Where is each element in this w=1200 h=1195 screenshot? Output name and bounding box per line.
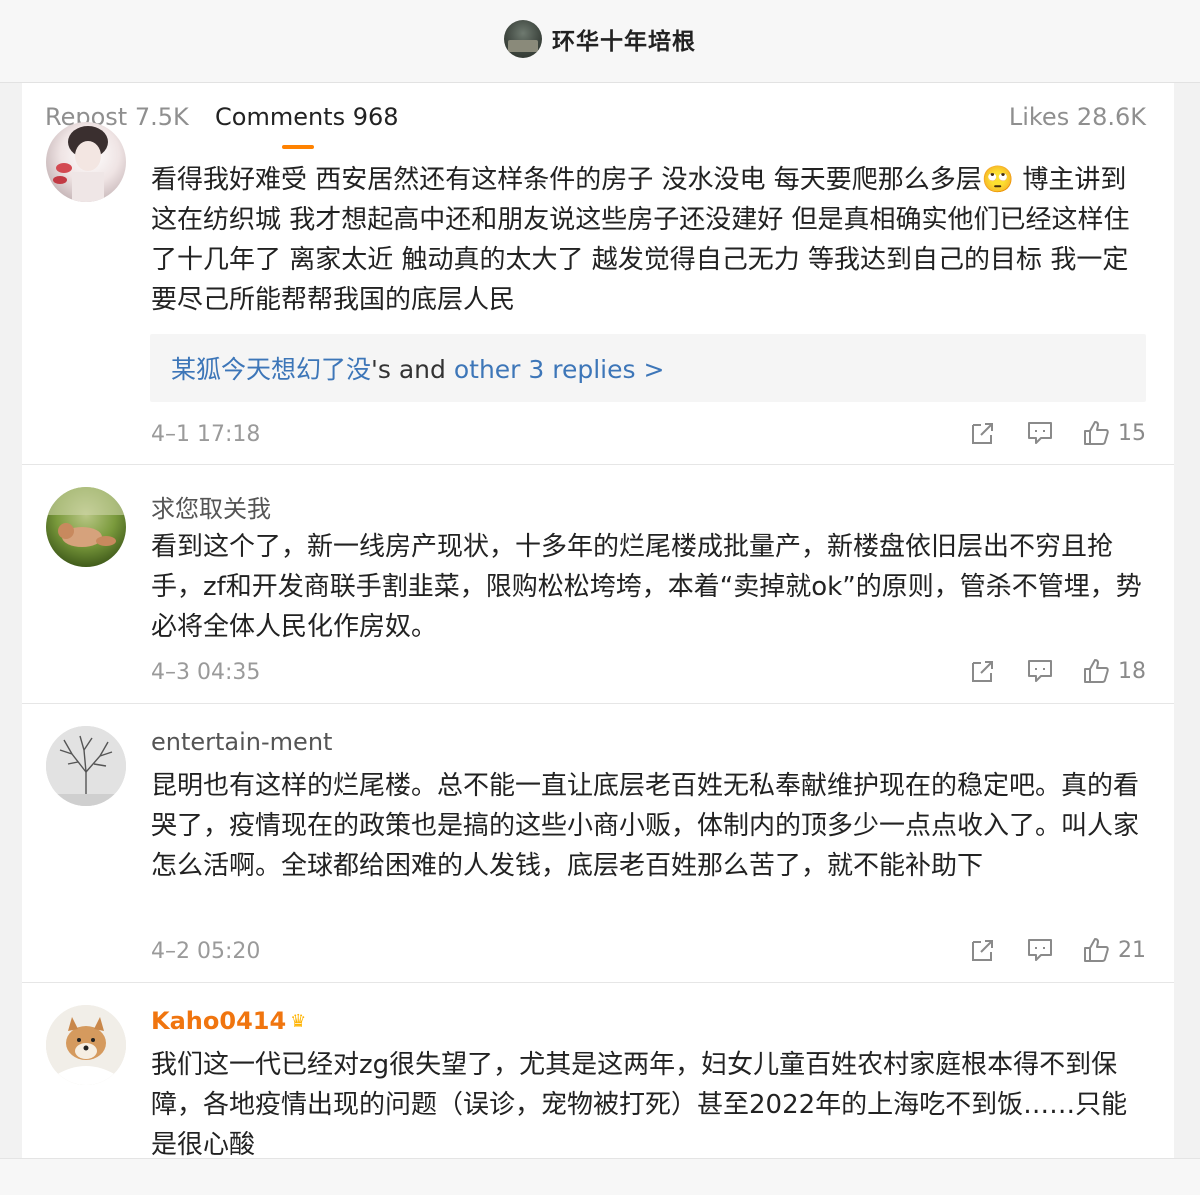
thumbs-up-icon bbox=[1084, 421, 1109, 445]
comment-item: 求您取关我 看到这个了，新一线房产现状，十多年的烂尾楼成批量产，新楼盘依旧层出不… bbox=[22, 465, 1174, 705]
like-count: 15 bbox=[1118, 420, 1146, 446]
comment-timestamp: 4–1 17:18 bbox=[151, 422, 261, 447]
comment-text: 昆明也有这样的烂尾楼。总不能一直让底层老百姓无私奉献维护现在的稳定吧。真的看哭了… bbox=[151, 771, 1140, 881]
replies-summary: 某狐今天想幻了没's and other 3 replies > bbox=[171, 350, 664, 386]
commenter-avatar[interactable] bbox=[46, 122, 126, 202]
commenter-avatar[interactable] bbox=[46, 1005, 126, 1085]
more-replies-link[interactable]: other 3 replies > bbox=[454, 355, 665, 384]
top-bar: 环华十年培根 bbox=[0, 0, 1200, 83]
share-button[interactable] bbox=[968, 658, 998, 684]
like-count: 21 bbox=[1118, 937, 1146, 963]
share-icon bbox=[972, 423, 993, 444]
comment-text: 看得我好难受 西安居然还有这样条件的房子 没水没电 每天要爬那么多层🙄 博主讲到… bbox=[151, 165, 1130, 315]
commenter-name[interactable]: Kaho0414 ♛ bbox=[151, 1007, 306, 1035]
comment-timestamp: 4–2 05:20 bbox=[151, 939, 261, 964]
comment-button[interactable] bbox=[1025, 658, 1055, 684]
comment-text: 我们这一代已经对zg很失望了，尤其是这两年，妇女儿童百姓农村家庭根本得不到保障，… bbox=[151, 1050, 1128, 1160]
crown-icon: ♛ bbox=[290, 1011, 307, 1032]
comment-item: 看得我好难受 西安居然还有这样条件的房子 没水没电 每天要爬那么多层🙄 博主讲到… bbox=[22, 83, 1174, 471]
comment-actions: 21 bbox=[968, 936, 1146, 964]
page-title: 环华十年培根 bbox=[552, 29, 696, 55]
share-button[interactable] bbox=[968, 937, 998, 963]
commenter-name[interactable]: 求您取关我 bbox=[151, 489, 271, 524]
profile-avatar[interactable] bbox=[504, 20, 542, 58]
commenter-name-text: Kaho0414 bbox=[151, 1007, 287, 1035]
commenter-avatar[interactable] bbox=[46, 726, 126, 806]
comment-icon bbox=[1028, 660, 1052, 682]
comments-card: Repost 7.5K Comments 968 Likes 28.6K 看得我… bbox=[22, 83, 1174, 1194]
comment-timestamp: 4–3 04:35 bbox=[151, 660, 261, 685]
bottom-bar bbox=[0, 1158, 1200, 1195]
thumbs-up-icon bbox=[1084, 938, 1109, 962]
commenter-avatar[interactable] bbox=[46, 487, 126, 567]
commenter-name[interactable]: entertain-ment bbox=[151, 728, 332, 756]
comment-item: entertain-ment 昆明也有这样的烂尾楼。总不能一直让底层老百姓无私奉… bbox=[22, 704, 1174, 983]
share-icon bbox=[972, 661, 993, 682]
like-button[interactable]: 18 bbox=[1082, 657, 1146, 685]
thumbs-up-icon bbox=[1084, 659, 1109, 683]
like-button[interactable]: 15 bbox=[1082, 419, 1146, 447]
title-group[interactable]: 环华十年培根 bbox=[0, 20, 1200, 58]
comment-button[interactable] bbox=[1025, 420, 1055, 446]
share-button[interactable] bbox=[968, 420, 998, 446]
replies-connector: 's and bbox=[371, 355, 454, 384]
replies-box[interactable]: 某狐今天想幻了没's and other 3 replies > bbox=[150, 334, 1146, 402]
like-count: 18 bbox=[1118, 658, 1146, 684]
comment-actions: 18 bbox=[968, 657, 1146, 685]
comment-text: 看到这个了，新一线房产现状，十多年的烂尾楼成批量产，新楼盘依旧层出不穷且抢手，z… bbox=[151, 532, 1142, 642]
like-button[interactable]: 21 bbox=[1082, 936, 1146, 964]
comment-icon bbox=[1028, 939, 1052, 961]
comment-actions: 15 bbox=[968, 419, 1146, 447]
reply-user-link[interactable]: 某狐今天想幻了没 bbox=[171, 355, 371, 384]
comment-icon bbox=[1028, 422, 1052, 444]
comment-button[interactable] bbox=[1025, 937, 1055, 963]
share-icon bbox=[972, 940, 993, 961]
